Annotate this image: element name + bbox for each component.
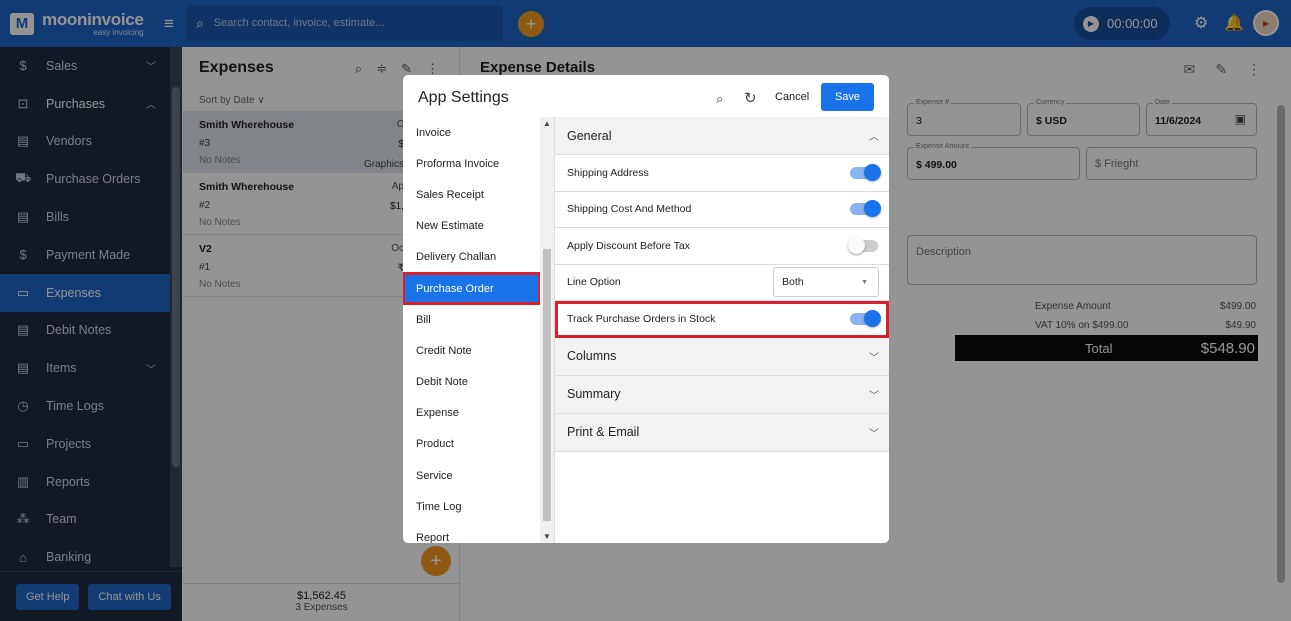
track-purchase-orders-toggle[interactable] (850, 309, 881, 327)
setting-line-option: Line Option Both ▼ (555, 265, 889, 301)
section-print-email[interactable]: Print & Email ﹀ (555, 413, 889, 452)
dialog-title: App Settings (418, 89, 509, 106)
settings-menu-item-delivery-challan[interactable]: Delivery Challan (403, 242, 540, 273)
settings-menu-item-debit-note[interactable]: Debit Note (403, 367, 540, 398)
chevron-down-icon: ﹀ (869, 428, 879, 440)
section-columns[interactable]: Columns ﹀ (555, 337, 889, 376)
settings-menu-item-proforma-invoice[interactable]: Proforma Invoice (403, 148, 540, 179)
chevron-up-icon: ︿ (869, 132, 879, 143)
setting-shipping-cost: Shipping Cost And Method (555, 192, 889, 228)
line-option-select[interactable]: Both ▼ (773, 267, 879, 298)
scroll-down-icon[interactable]: ▼ (543, 532, 551, 541)
dialog-header: App Settings ⌕ ↻ Cancel Save (403, 75, 889, 117)
setting-track-purchase-orders: Track Purchase Orders in Stock (555, 301, 889, 338)
settings-menu-item-service[interactable]: Service (403, 460, 540, 491)
apply-discount-toggle[interactable] (848, 236, 878, 254)
settings-menu-item-bill[interactable]: Bill (403, 304, 540, 335)
settings-menu-item-expense[interactable]: Expense (403, 398, 540, 429)
settings-content: General ︿ Shipping Address Shipping Cost… (554, 117, 889, 543)
caret-down-icon: ▼ (861, 278, 868, 286)
settings-menu-item-new-estimate[interactable]: New Estimate (403, 211, 540, 242)
shipping-address-toggle[interactable] (850, 163, 881, 181)
search-icon[interactable]: ⌕ (716, 91, 723, 107)
settings-menu-scrollbar-thumb[interactable] (543, 249, 551, 521)
settings-menu: Invoice Proforma Invoice Sales Receipt New … (403, 117, 541, 543)
cancel-button[interactable]: Cancel (775, 91, 809, 103)
setting-apply-discount: Apply Discount Before Tax (555, 228, 889, 265)
save-button[interactable]: Save (821, 83, 874, 111)
scroll-up-icon[interactable]: ▲ (543, 119, 551, 128)
section-general[interactable]: General ︿ (555, 117, 889, 155)
chevron-down-icon: ﹀ (869, 352, 879, 364)
settings-menu-item-sales-receipt[interactable]: Sales Receipt (403, 179, 540, 210)
settings-menu-item-invoice[interactable]: Invoice (403, 117, 540, 148)
settings-menu-scrollbar[interactable]: ▲ ▼ (540, 117, 554, 543)
reset-icon[interactable]: ↻ (744, 89, 757, 107)
settings-menu-item-product[interactable]: Product (403, 429, 540, 460)
app-settings-dialog: App Settings ⌕ ↻ Cancel Save Invoice Prof… (403, 75, 889, 543)
settings-menu-item-credit-note[interactable]: Credit Note (403, 335, 540, 366)
settings-menu-item-purchase-order[interactable]: Purchase Order (403, 271, 541, 306)
settings-menu-item-time-log[interactable]: Time Log (403, 491, 540, 522)
section-summary[interactable]: Summary ﹀ (555, 375, 889, 414)
settings-menu-item-report[interactable]: Report (403, 522, 540, 543)
shipping-cost-toggle[interactable] (850, 200, 881, 218)
chevron-down-icon: ﹀ (869, 390, 879, 402)
setting-shipping-address: Shipping Address (555, 155, 889, 192)
